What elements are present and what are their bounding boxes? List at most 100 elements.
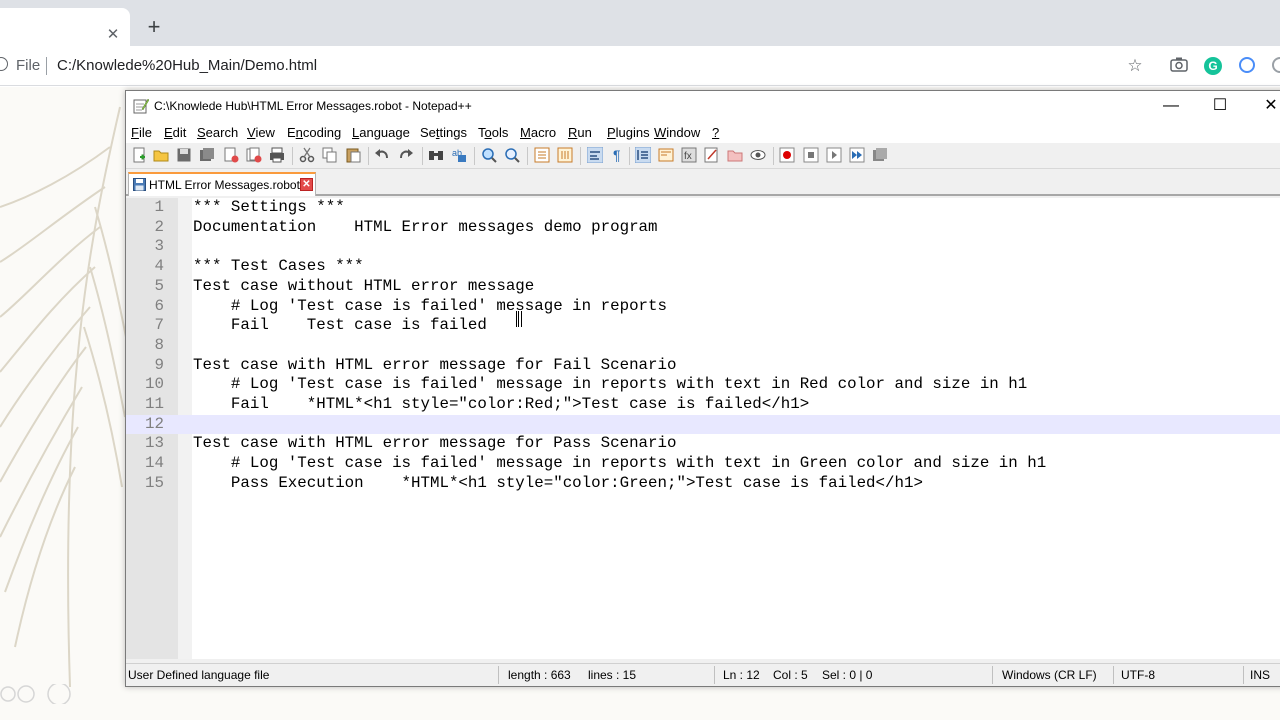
cut-icon[interactable] — [299, 147, 315, 163]
menu-window[interactable]: Window — [654, 125, 700, 140]
extension-icon[interactable] — [1239, 57, 1255, 73]
find-icon[interactable] — [428, 147, 444, 163]
menu-help[interactable]: ? — [712, 125, 719, 140]
paste-icon[interactable] — [345, 147, 361, 163]
svg-text:¶: ¶ — [613, 147, 621, 163]
browser-tab[interactable]: ✕ — [0, 8, 130, 46]
divider — [992, 666, 993, 684]
status-encoding[interactable]: UTF-8 — [1121, 668, 1155, 682]
code-line[interactable]: 12 — [126, 414, 1280, 435]
menu-plugins[interactable]: Plugins — [607, 125, 650, 140]
divider — [498, 666, 499, 684]
record-macro-icon[interactable] — [779, 147, 795, 163]
menu-bar: File Edit Search View Encoding Language Settin… — [126, 121, 1280, 143]
menu-macro[interactable]: Macro — [520, 125, 556, 140]
code-line[interactable]: 1 *** Settings *** — [126, 198, 1280, 218]
save-icon[interactable] — [176, 147, 192, 163]
menu-file[interactable]: File — [131, 125, 152, 140]
document-tab[interactable]: HTML Error Messages.robot ✕ — [128, 172, 316, 196]
maximize-button[interactable]: ☐ — [1197, 91, 1243, 121]
show-all-characters-icon[interactable]: ¶ — [610, 147, 626, 163]
open-file-icon[interactable] — [153, 147, 169, 163]
line-number: 7 — [154, 316, 164, 335]
redo-icon[interactable] — [398, 147, 414, 163]
browser-toolbar: File C:/Knowlede%20Hub_Main/Demo.html ☆ — [0, 46, 1280, 86]
status-insert-mode[interactable]: INS — [1250, 668, 1270, 682]
menu-encoding[interactable]: Encoding — [287, 125, 341, 140]
status-column: Col : 5 — [773, 668, 808, 682]
code-line[interactable]: 15 Pass Execution *HTML*<h1 style="color… — [126, 474, 1280, 494]
code-line[interactable]: 4 *** Test Cases *** — [126, 257, 1280, 277]
run-multiple-icon[interactable] — [849, 147, 865, 163]
menu-language[interactable]: Language — [352, 125, 410, 140]
close-all-icon[interactable] — [246, 147, 262, 163]
indent-guide-icon[interactable] — [635, 147, 651, 163]
sync-vertical-icon[interactable] — [534, 147, 550, 163]
address-bar[interactable]: C:/Knowlede%20Hub_Main/Demo.html — [57, 57, 317, 74]
toolbar-separator — [527, 147, 528, 165]
new-tab-button[interactable]: + — [143, 16, 165, 38]
menu-search[interactable]: Search — [197, 125, 238, 140]
code-text: Documentation HTML Error messages demo p… — [193, 217, 658, 236]
toolbar-separator — [474, 147, 475, 165]
replace-icon[interactable]: ab — [451, 147, 467, 163]
new-file-icon[interactable] — [131, 147, 147, 163]
code-editor[interactable]: 1 *** Settings *** 2 Documentation HTML Err… — [126, 198, 1280, 659]
menu-run[interactable]: Run — [568, 125, 592, 140]
word-wrap-icon[interactable] — [587, 147, 603, 163]
menu-view[interactable]: View — [247, 125, 275, 140]
zoom-in-icon[interactable] — [481, 147, 497, 163]
tab-close-icon[interactable]: ✕ — [104, 26, 122, 44]
code-line[interactable]: 10 # Log 'Test case is failed' message i… — [126, 375, 1280, 395]
line-number: 1 — [154, 198, 164, 216]
sync-horizontal-icon[interactable] — [557, 147, 573, 163]
function-list-icon[interactable]: fx — [681, 147, 697, 163]
window-title: C:\Knowlede Hub\HTML Error Messages.robo… — [154, 99, 472, 113]
folder-icon[interactable] — [727, 147, 743, 163]
close-tab-icon[interactable]: ✕ — [300, 178, 313, 191]
menu-tools[interactable]: Tools — [478, 125, 508, 140]
close-button[interactable]: ✕ — [1248, 91, 1280, 121]
line-number: 11 — [145, 395, 164, 413]
code-line[interactable]: 3 — [126, 237, 1280, 257]
undo-icon[interactable] — [374, 147, 390, 163]
code-line[interactable]: 11 Fail *HTML*<h1 style="color:Red;">Tes… — [126, 395, 1280, 415]
stop-recording-icon[interactable] — [803, 147, 819, 163]
code-line[interactable]: 8 — [126, 336, 1280, 356]
code-line[interactable]: 7 Fail Test case is failed — [126, 316, 1280, 336]
zoom-out-icon[interactable] — [504, 147, 520, 163]
folder-workspace-icon[interactable] — [704, 147, 720, 163]
toolbar-separator — [422, 147, 423, 165]
menu-settings[interactable]: Settings — [420, 125, 467, 140]
save-all-icon[interactable] — [199, 147, 215, 163]
code-line[interactable]: 9 Test case with HTML error message for F… — [126, 356, 1280, 376]
code-line[interactable]: 5 Test case without HTML error message — [126, 277, 1280, 297]
code-line[interactable]: 2 Documentation HTML Error messages demo … — [126, 218, 1280, 238]
minimize-button[interactable]: — — [1148, 91, 1194, 121]
code-line[interactable]: 6 # Log 'Test case is failed' message in… — [126, 297, 1280, 317]
status-bar: User Defined language file length : 663 … — [126, 663, 1280, 686]
star-icon[interactable]: ☆ — [1125, 56, 1145, 76]
grammarly-icon[interactable]: G — [1204, 57, 1222, 75]
toolbar-separator — [580, 147, 581, 165]
document-map-icon[interactable] — [658, 147, 674, 163]
window-titlebar[interactable]: C:\Knowlede Hub\HTML Error Messages.robo… — [126, 91, 1280, 121]
close-file-icon[interactable] — [223, 147, 239, 163]
menu-edit[interactable]: Edit — [164, 125, 186, 140]
copy-icon[interactable] — [322, 147, 338, 163]
save-macro-icon[interactable] — [872, 147, 888, 163]
code-text: Test case without HTML error message — [193, 276, 535, 295]
playback-icon[interactable] — [826, 147, 842, 163]
toolbar-separator — [773, 147, 774, 165]
monitor-icon[interactable] — [750, 147, 766, 163]
print-icon[interactable] — [269, 147, 285, 163]
toolbar: ab ¶ fx — [126, 143, 1280, 169]
line-number: 13 — [145, 434, 164, 453]
notepadpp-icon — [133, 98, 149, 114]
info-icon[interactable] — [0, 57, 8, 71]
camera-icon[interactable] — [1169, 56, 1189, 76]
code-line[interactable]: 14 # Log 'Test case is failed' message i… — [126, 454, 1280, 474]
page-bottom-icons — [0, 682, 80, 706]
code-line[interactable]: 13 Test case with HTML error message for … — [126, 434, 1280, 454]
status-eol[interactable]: Windows (CR LF) — [1002, 668, 1097, 682]
